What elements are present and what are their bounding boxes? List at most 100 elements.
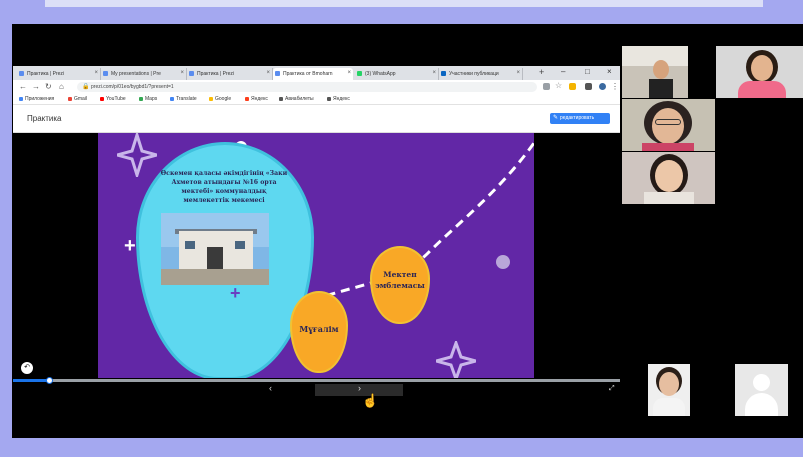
presentation-title: Практика: [27, 114, 62, 123]
back-to-overview-button[interactable]: ↶: [21, 362, 33, 374]
participant-face: [659, 372, 679, 396]
bookmark-item[interactable]: Translate: [170, 96, 197, 102]
previous-step-icon[interactable]: ‹: [269, 383, 272, 393]
participant-face: [652, 108, 684, 144]
prezi-favicon-icon: [275, 71, 280, 76]
globe-icon: [279, 97, 283, 101]
fullscreen-icon[interactable]: ⤢: [609, 385, 615, 393]
bookmark-label: Maps: [145, 96, 158, 102]
lock-icon: 🔒: [82, 84, 90, 90]
apps-icon: [19, 97, 23, 101]
school-name-text: Өскемен қаласы әкімдігінің «Заки Ахметов…: [160, 170, 288, 204]
participant-tile[interactable]: [622, 152, 715, 204]
home-icon[interactable]: ⌂: [59, 82, 64, 91]
participant-tile-no-camera[interactable]: [735, 364, 788, 416]
star-icon[interactable]: ☆: [555, 81, 562, 90]
translate-bookmark-icon: [170, 97, 174, 101]
top-strip: [45, 0, 763, 7]
address-bar[interactable]: 🔒 prezi.com/p/01eo/bygbd1/?present=1: [77, 82, 537, 92]
edit-button[interactable]: ✎ редактировать: [550, 113, 610, 124]
tab-label: Практика от Bmoharn: [283, 71, 333, 77]
tab-bar: Практика | Prezi × My presentations | Pre…: [13, 66, 620, 80]
participant-tile[interactable]: [716, 46, 803, 98]
plus-decoration: +: [230, 283, 241, 303]
extension-icon[interactable]: [569, 83, 576, 90]
mouse-cursor-icon: ☝: [362, 393, 379, 408]
google-icon: [209, 97, 213, 101]
back-icon[interactable]: ←: [19, 82, 27, 91]
sparkle-icon: [436, 341, 476, 378]
profile-avatar-icon[interactable]: [599, 83, 606, 90]
close-tab-icon[interactable]: ×: [432, 70, 436, 76]
gmail-icon: [68, 97, 72, 101]
browser-tab[interactable]: Практика | Prezi ×: [187, 68, 273, 80]
bookmark-label: Google: [215, 96, 232, 102]
tab-label: Участники публикаци: [449, 71, 499, 77]
bookmark-item[interactable]: Авиабилеты: [279, 96, 314, 102]
bookmark-label: YouTube: [106, 96, 126, 102]
url-text: prezi.com/p/01eo/bygbd1/?present=1: [91, 84, 174, 90]
bookmark-label: Авиабилеты: [285, 96, 314, 102]
bookmark-item[interactable]: Яндекс: [245, 96, 268, 102]
close-tab-icon[interactable]: ×: [347, 70, 351, 76]
teacher-label: Мұғалім: [299, 324, 339, 334]
new-tab-icon[interactable]: +: [539, 67, 544, 77]
bookmark-item[interactable]: Приложения: [19, 96, 54, 102]
participant-tile[interactable]: [622, 99, 715, 151]
address-row: ← → ↻ ⌂ 🔒 prezi.com/p/01eo/bygbd1/?prese…: [13, 80, 620, 94]
puzzle-icon[interactable]: [585, 83, 592, 90]
dot-decoration: [496, 255, 510, 269]
avatar-body-icon: [745, 393, 778, 416]
minimize-icon[interactable]: –: [561, 67, 565, 76]
bookmark-label: Яндекс: [251, 96, 268, 102]
participant-face: [655, 160, 683, 192]
browser-tab[interactable]: (3) WhatsApp ×: [355, 68, 439, 80]
browser-tab[interactable]: Участники публикаци ×: [439, 68, 523, 80]
tab-label: My presentations | Pre: [111, 71, 161, 77]
yandex-icon: [245, 97, 249, 101]
forward-icon[interactable]: →: [32, 82, 40, 91]
bookmark-label: Приложения: [25, 96, 55, 102]
progress-knob[interactable]: [46, 377, 53, 384]
glasses-icon: [655, 119, 681, 125]
site-favicon-icon: [441, 71, 446, 76]
plus-decoration: +: [124, 235, 136, 257]
reload-icon[interactable]: ↻: [45, 82, 52, 91]
sparkle-icon: [117, 133, 157, 177]
globe-icon: [327, 97, 331, 101]
browser-tab[interactable]: My presentations | Pre ×: [101, 68, 187, 80]
window-close-icon[interactable]: ×: [607, 67, 612, 76]
emblem-label: Мектеп эмблемасы: [375, 270, 425, 290]
maximize-icon[interactable]: □: [585, 67, 590, 76]
shared-browser-window: Практика | Prezi × My presentations | Pre…: [13, 66, 620, 396]
whatsapp-favicon-icon: [357, 71, 362, 76]
next-step-icon[interactable]: ›: [358, 383, 361, 393]
edit-button-label: редактировать: [560, 115, 595, 121]
bookmark-item[interactable]: YouTube: [100, 96, 126, 102]
bookmark-label: Яндекс: [333, 96, 350, 102]
participant-face: [653, 60, 669, 79]
participant-tile[interactable]: [648, 364, 690, 416]
slide: + Өскемен қаласы әкімдігінің «Заки Ахмет…: [98, 133, 534, 378]
bookmark-item[interactable]: Яндекс: [327, 96, 350, 102]
close-tab-icon[interactable]: ×: [94, 70, 98, 76]
menu-dots-icon[interactable]: ⋮: [611, 82, 619, 91]
bookmark-item[interactable]: Gmail: [68, 96, 87, 102]
close-tab-icon[interactable]: ×: [266, 70, 270, 76]
avatar-head-icon: [753, 374, 770, 391]
bookmark-item[interactable]: Google: [209, 96, 231, 102]
translate-icon[interactable]: [543, 83, 550, 90]
prezi-header: Практика ✎ редактировать: [13, 105, 620, 133]
close-tab-icon[interactable]: ×: [516, 70, 520, 76]
browser-tab[interactable]: Практика | Prezi ×: [17, 68, 101, 80]
close-tab-icon[interactable]: ×: [180, 70, 184, 76]
participant-tile[interactable]: [622, 46, 688, 98]
pencil-icon: ✎: [553, 115, 559, 121]
tab-label: (3) WhatsApp: [365, 71, 396, 77]
browser-tab-active[interactable]: Практика от Bmoharn ×: [273, 68, 353, 80]
prezi-favicon-icon: [103, 71, 108, 76]
bookmarks-bar: Приложения Gmail YouTube Maps Translate …: [13, 94, 620, 105]
progress-track[interactable]: [13, 379, 620, 382]
bookmark-item[interactable]: Maps: [139, 96, 157, 102]
presentation-viewer: + Өскемен қаласы әкімдігінің «Заки Ахмет…: [13, 133, 620, 396]
